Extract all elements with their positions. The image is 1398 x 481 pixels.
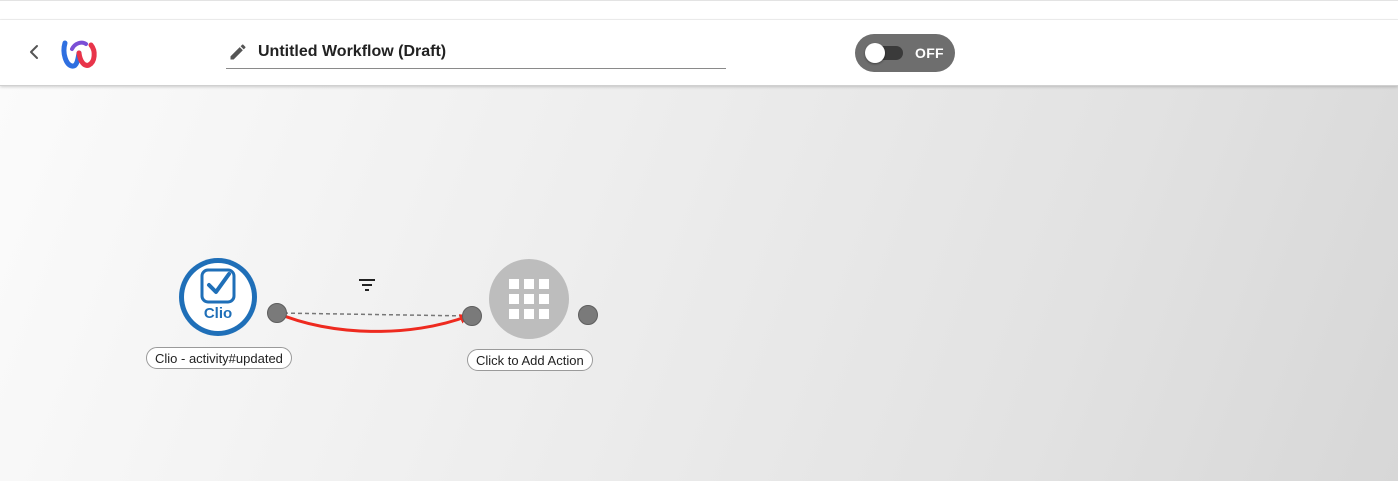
workflow-title: Untitled Workflow (Draft) xyxy=(258,43,447,60)
trigger-node-label[interactable]: Clio - activity#updated xyxy=(146,347,292,369)
action-input-port[interactable] xyxy=(462,306,482,326)
connector-line[interactable] xyxy=(276,312,471,317)
trigger-node[interactable]: Clio xyxy=(179,258,257,336)
back-button[interactable] xyxy=(22,40,46,64)
add-action-node[interactable] xyxy=(489,259,569,339)
workflow-toggle[interactable]: OFF xyxy=(855,34,955,72)
clio-logo-icon xyxy=(200,268,236,304)
clio-logo-text: Clio xyxy=(203,305,233,322)
workflow-editor-page: Untitled Workflow (Draft) OFF Clio Clio … xyxy=(0,0,1398,481)
workflow-title-field[interactable]: Untitled Workflow (Draft) xyxy=(226,34,726,69)
pencil-icon xyxy=(230,44,246,60)
filter-icon[interactable] xyxy=(357,277,377,293)
add-action-label[interactable]: Click to Add Action xyxy=(467,349,593,371)
app-grid-icon xyxy=(509,279,549,319)
header-bar: Untitled Workflow (Draft) OFF xyxy=(0,20,1398,86)
toggle-knob xyxy=(865,43,885,63)
toggle-label: OFF xyxy=(915,45,944,61)
chevron-left-icon xyxy=(30,45,38,59)
action-output-port[interactable] xyxy=(578,305,598,325)
w-logo-icon[interactable] xyxy=(60,35,98,71)
trigger-output-port[interactable] xyxy=(267,303,287,323)
workflow-canvas[interactable]: Clio Clio - activity#updated Click to Ad… xyxy=(0,86,1398,481)
top-strip xyxy=(0,0,1398,20)
